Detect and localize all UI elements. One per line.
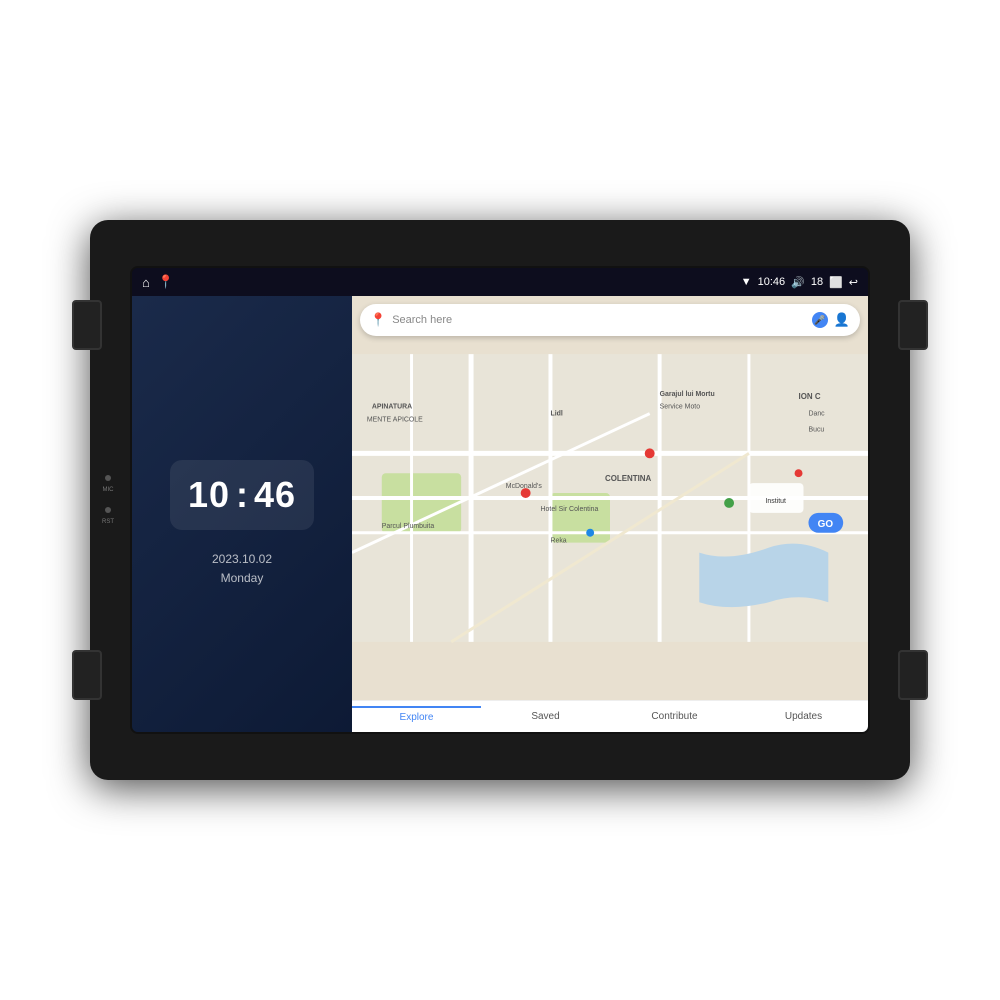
map-svg: GO Institut APINATURA MENTE APICOLE Lidl… <box>352 296 868 700</box>
svg-text:ION C: ION C <box>799 392 821 401</box>
tab-contribute[interactable]: Contribute <box>610 707 739 726</box>
bracket-tl <box>72 300 102 350</box>
status-bar: ⌂ 📍 ▼ 10:46 🔊 18 ⬜ ↩ <box>132 268 868 296</box>
left-panel: 10 : 46 2023.10.02 Monday <box>132 296 352 732</box>
bracket-bl <box>72 650 102 700</box>
map-search-placeholder: Search here <box>392 314 806 326</box>
svg-text:COLENTINA: COLENTINA <box>605 474 651 483</box>
tab-explore[interactable]: Explore <box>352 706 481 727</box>
right-panel: GO Institut APINATURA MENTE APICOLE Lidl… <box>352 296 868 732</box>
svg-text:McDonald's: McDonald's <box>506 483 543 490</box>
date-info: 2023.10.02 Monday <box>212 550 272 588</box>
map-search[interactable]: 📍 Search here 🎤 👤 <box>360 304 860 336</box>
window-icon: ⬜ <box>829 276 843 289</box>
clock-widget: 10 : 46 <box>170 460 314 530</box>
date-full: 2023.10.02 <box>212 550 272 569</box>
status-right: ▼ 10:46 🔊 18 ⬜ ↩ <box>741 276 858 289</box>
tab-updates[interactable]: Updates <box>739 707 868 726</box>
bracket-br <box>898 650 928 700</box>
map-tabs: Explore Saved Contribute Updates <box>352 700 868 732</box>
bracket-tr <box>898 300 928 350</box>
svg-text:Garajul lui Mortu: Garajul lui Mortu <box>660 391 715 398</box>
svg-text:MENTE APICOLE: MENTE APICOLE <box>367 417 423 424</box>
mic-label: MIC <box>103 487 114 493</box>
clock-minutes: 46 <box>254 474 296 516</box>
car-unit: MIC RST ⌂ 📍 ▼ 10:46 🔊 18 ⬜ ↩ <box>90 220 910 780</box>
svg-text:Parcul Plumbuita: Parcul Plumbuita <box>382 523 435 530</box>
left-upper: 10 : 46 2023.10.02 Monday <box>170 316 314 732</box>
lower-section: Apps Navi <box>132 732 868 734</box>
svg-text:Service Moto: Service Moto <box>660 404 701 411</box>
time-display: 10:46 <box>758 276 786 288</box>
svg-text:Lidl: Lidl <box>550 411 562 418</box>
svg-text:Institut: Institut <box>765 498 786 505</box>
rst-dot[interactable] <box>105 507 111 513</box>
map-area[interactable]: GO Institut APINATURA MENTE APICOLE Lidl… <box>352 296 868 700</box>
svg-text:APINATURA: APINATURA <box>372 404 412 411</box>
clock-hours: 10 <box>188 474 230 516</box>
home-icon[interactable]: ⌂ <box>142 275 150 290</box>
side-controls-left: MIC RST <box>102 475 114 525</box>
mic-dot <box>105 475 111 481</box>
tab-saved[interactable]: Saved <box>481 707 610 726</box>
signal-icon: ▼ <box>741 276 752 288</box>
apps-row: Apps Navi <box>132 732 662 734</box>
status-left: ⌂ 📍 <box>142 274 174 290</box>
back-icon[interactable]: ↩ <box>849 276 858 289</box>
google-maps-pin-icon: 📍 <box>370 312 386 328</box>
date-day: Monday <box>212 569 272 588</box>
svg-text:GO: GO <box>818 519 834 530</box>
account-icon[interactable]: 👤 <box>834 312 850 328</box>
svg-text:Danc: Danc <box>808 411 825 418</box>
clock-colon: : <box>236 474 248 516</box>
svg-text:Bucu: Bucu <box>808 427 824 434</box>
screen: ⌂ 📍 ▼ 10:46 🔊 18 ⬜ ↩ 10 : <box>130 266 870 734</box>
rst-label: RST <box>102 519 114 525</box>
volume-icon: 🔊 <box>791 276 805 289</box>
battery-display: 18 <box>811 276 823 288</box>
main-area: 10 : 46 2023.10.02 Monday <box>132 296 868 732</box>
svg-text:Hotel Sir Colentina: Hotel Sir Colentina <box>541 506 599 513</box>
maps-icon[interactable]: 📍 <box>158 274 174 290</box>
mic-search-icon[interactable]: 🎤 <box>812 312 828 328</box>
svg-text:Reka: Reka <box>550 538 566 545</box>
